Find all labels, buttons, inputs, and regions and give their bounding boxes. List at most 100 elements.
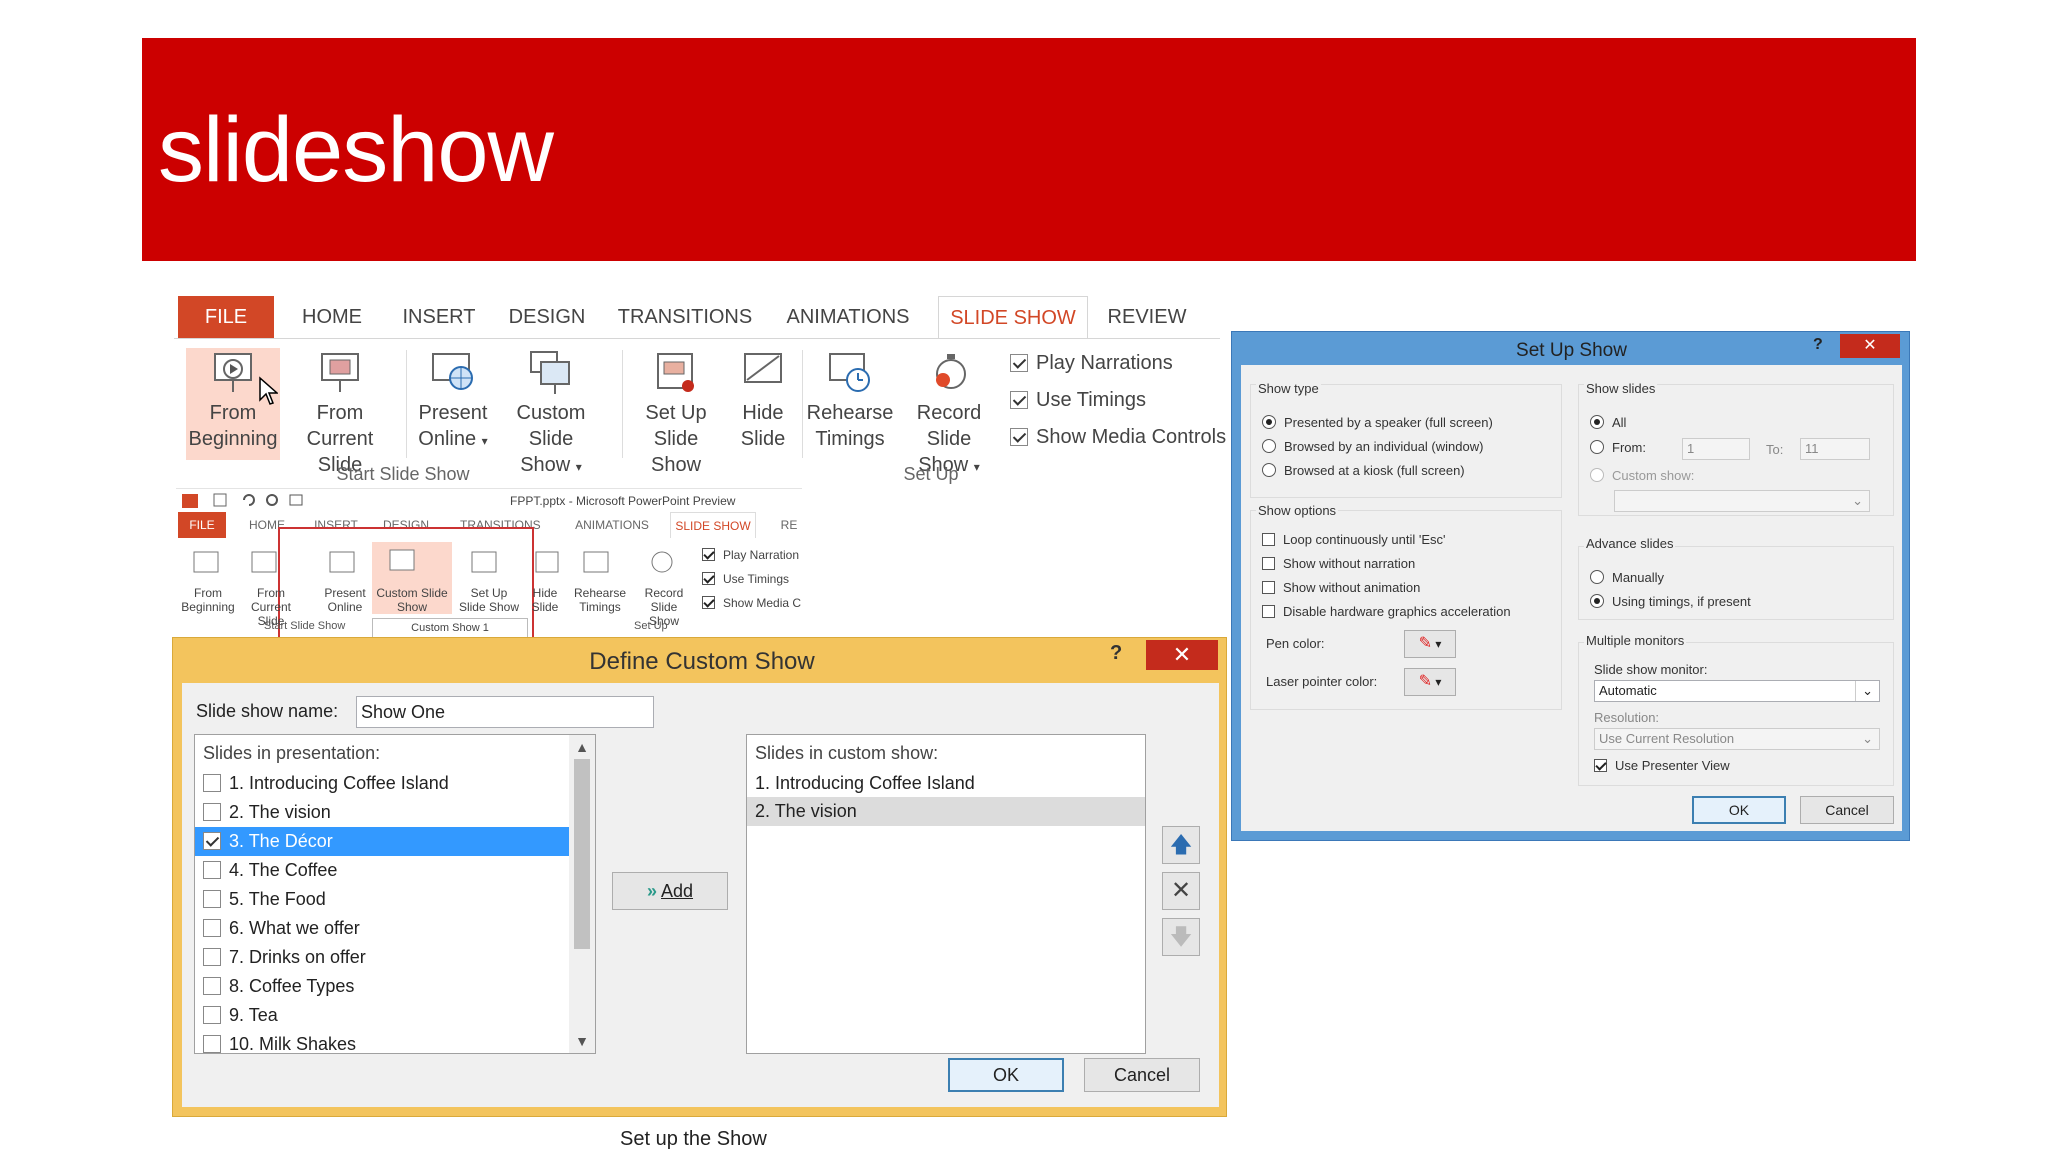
mini-tab-insert[interactable]: INSERT [310, 512, 362, 538]
list-item[interactable]: 9. Tea [195, 1001, 569, 1030]
resolution-select[interactable]: Use Current Resolution ⌄ [1594, 728, 1880, 750]
radio-browsed-kiosk[interactable]: Browsed at a kiosk (full screen) [1262, 463, 1465, 478]
scroll-thumb[interactable] [574, 759, 590, 949]
checkbox-icon[interactable] [203, 919, 221, 937]
tab-transitions[interactable]: TRANSITIONS [614, 296, 756, 338]
slides-in-custom-show-list[interactable]: Slides in custom show: 1. Introducing Co… [746, 734, 1146, 1054]
list-item-label: 5. The Food [229, 889, 326, 909]
checkbox-icon[interactable] [203, 948, 221, 966]
checkbox-icon[interactable] [203, 1035, 221, 1053]
custom-slide-show-button[interactable]: Custom Slide Show ▾ [492, 348, 610, 480]
list-item[interactable]: 4. The Coffee [195, 856, 569, 885]
laser-color-picker[interactable]: ✎ ▾ [1404, 668, 1456, 696]
pen-color-picker[interactable]: ✎ ▾ [1404, 630, 1456, 658]
checkbox-icon[interactable] [203, 803, 221, 821]
move-up-button[interactable]: 🡅 [1162, 826, 1200, 864]
add-button[interactable]: » Add [612, 872, 728, 910]
custom-show-menu-item[interactable]: Custom Show 1 [372, 618, 528, 638]
mini-check-media[interactable]: Show Media C [702, 596, 801, 610]
list-item[interactable]: 1. Introducing Coffee Island [195, 769, 569, 798]
checkbox-icon[interactable] [203, 832, 221, 850]
record-slide-show-button[interactable]: Record Slide Show ▾ [894, 348, 1004, 480]
tab-design[interactable]: DESIGN [502, 296, 592, 338]
radio-using-timings[interactable]: Using timings, if present [1590, 594, 1751, 609]
list-item[interactable]: 2. The vision [747, 797, 1145, 826]
tab-home[interactable]: HOME [290, 296, 374, 338]
checkbox-label: Use Presenter View [1615, 758, 1730, 773]
move-down-button[interactable]: 🡇 [1162, 918, 1200, 956]
checkbox-icon[interactable] [203, 861, 221, 879]
radio-all[interactable]: All [1590, 415, 1626, 430]
list-item[interactable]: 7. Drinks on offer [195, 943, 569, 972]
mini-tab-animations[interactable]: ANIMATIONS [570, 512, 654, 538]
checkbox-icon[interactable] [203, 1006, 221, 1024]
checkbox-icon[interactable] [203, 977, 221, 995]
help-icon[interactable]: ? [1110, 642, 1122, 665]
radio-custom-show[interactable]: Custom show: [1590, 468, 1694, 483]
mini-tab-file[interactable]: FILE [178, 512, 226, 538]
checkbox-label: Show Media C [723, 596, 802, 610]
tab-file[interactable]: FILE [178, 296, 274, 338]
option-disable-hw[interactable]: Disable hardware graphics acceleration [1262, 604, 1511, 619]
monitor-select[interactable]: Automatic ⌄ [1594, 680, 1880, 702]
help-icon[interactable]: ? [1813, 336, 1823, 354]
checkbox-icon[interactable] [203, 890, 221, 908]
custom-show-select[interactable]: ⌄ [1614, 490, 1870, 512]
checkbox-icon [1010, 391, 1028, 409]
tab-animations[interactable]: ANIMATIONS [778, 296, 918, 338]
tab-review[interactable]: REVIEW [1104, 296, 1190, 338]
show-media-controls-checkbox[interactable]: Show Media Controls [1010, 424, 1226, 450]
play-narrations-checkbox[interactable]: Play Narrations [1010, 350, 1173, 376]
show-name-input[interactable] [356, 696, 654, 728]
use-timings-checkbox[interactable]: Use Timings [1010, 387, 1146, 413]
hide-slide-button[interactable]: Hide Slide [730, 348, 796, 452]
mini-tab-transitions[interactable]: TRANSITIONS [460, 512, 541, 538]
presenter-view-checkbox[interactable]: Use Presenter View [1594, 758, 1730, 773]
radio-browsed-individual[interactable]: Browsed by an individual (window) [1262, 439, 1483, 454]
list-item[interactable]: 3. The Décor [195, 827, 569, 856]
list-item[interactable]: 1. Introducing Coffee Island [747, 769, 1145, 798]
set-up-slide-show-button[interactable]: Set Up Slide Show [626, 348, 726, 478]
list-item[interactable]: 5. The Food [195, 885, 569, 914]
mini-group-start: Start Slide Show [264, 620, 346, 632]
remove-button[interactable]: ✕ [1162, 872, 1200, 910]
scroll-up-icon[interactable]: ▲ [569, 735, 595, 759]
list-item[interactable]: 10. Milk Shakes [195, 1030, 569, 1053]
list-item[interactable]: 2. The vision [195, 798, 569, 827]
mini-check-narration[interactable]: Play Narration [702, 548, 799, 562]
list-item[interactable]: 8. Coffee Types [195, 972, 569, 1001]
scroll-down-icon[interactable]: ▼ [569, 1033, 595, 1049]
radio-presented[interactable]: Presented by a speaker (full screen) [1262, 415, 1493, 430]
close-button[interactable]: ✕ [1146, 640, 1218, 670]
ok-button[interactable]: OK [948, 1058, 1064, 1092]
mini-check-timings[interactable]: Use Timings [702, 572, 789, 586]
option-no-animation[interactable]: Show without animation [1262, 580, 1420, 595]
mini-tab-review[interactable]: RE [778, 512, 800, 538]
cancel-button[interactable]: Cancel [1800, 796, 1894, 824]
checkbox-icon[interactable] [203, 774, 221, 792]
list-item[interactable]: 6. What we offer [195, 914, 569, 943]
from-current-slide-button[interactable]: From Current Slide [284, 348, 396, 478]
checkbox-icon [1262, 533, 1275, 546]
tab-insert[interactable]: INSERT [394, 296, 484, 338]
rehearse-timings-button[interactable]: Rehearse Timings [806, 348, 894, 452]
scrollbar[interactable]: ▲ ▼ [569, 735, 595, 1053]
to-label: To: [1766, 442, 1784, 457]
option-no-narration[interactable]: Show without narration [1262, 556, 1415, 571]
ok-button[interactable]: OK [1692, 796, 1786, 824]
mini-tab-slide-show[interactable]: SLIDE SHOW [670, 512, 756, 538]
option-loop[interactable]: Loop continuously until 'Esc' [1262, 532, 1446, 547]
radio-manually[interactable]: Manually [1590, 570, 1664, 585]
radio-from[interactable]: From: [1590, 440, 1646, 455]
present-online-button[interactable]: Present Online ▾ [414, 348, 492, 454]
separator [406, 350, 407, 458]
close-button[interactable]: ✕ [1840, 334, 1900, 358]
tab-slide-show[interactable]: SLIDE SHOW [938, 296, 1088, 338]
cancel-button[interactable]: Cancel [1084, 1058, 1200, 1092]
from-spinner[interactable]: 1 [1682, 438, 1750, 460]
mini-tab-home[interactable]: HOME [244, 512, 290, 538]
slides-in-presentation-list[interactable]: Slides in presentation: 1. Introducing C… [194, 734, 596, 1054]
to-spinner[interactable]: 11 [1800, 438, 1870, 460]
mini-tab-design[interactable]: DESIGN [380, 512, 432, 538]
laser-color-label: Laser pointer color: [1266, 674, 1378, 689]
